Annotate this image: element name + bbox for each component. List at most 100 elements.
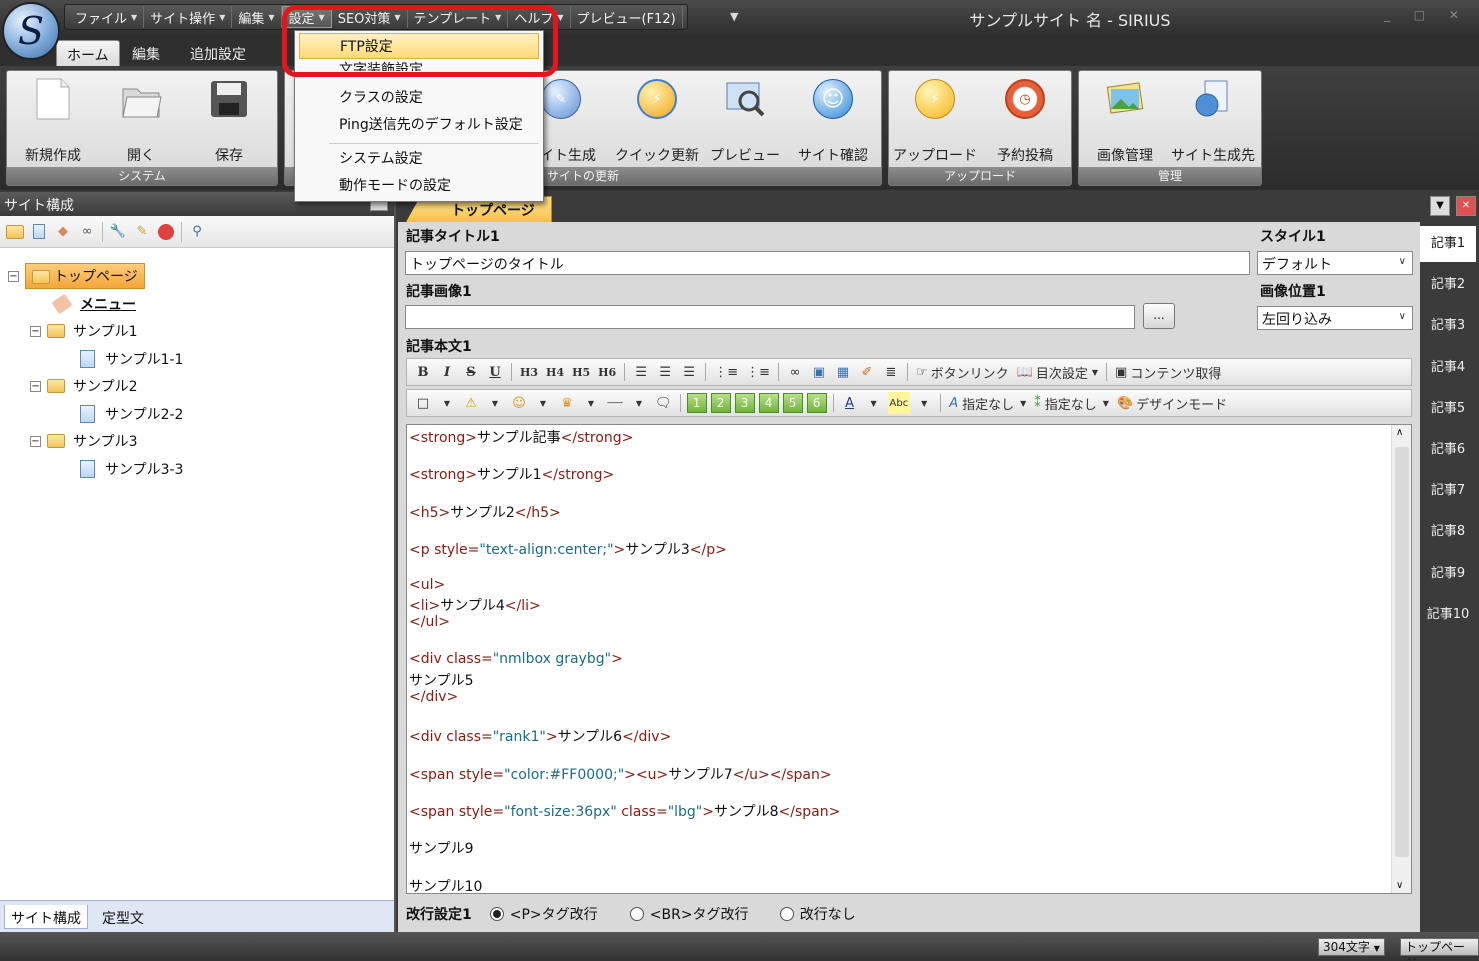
tree-node-menu[interactable]: メニュー [51,292,136,316]
edit-icon[interactable]: ✎ [133,223,151,241]
number-6-button[interactable]: 6 [806,393,827,413]
quick-update-button[interactable]: ⚡ クイック更新 [615,77,699,165]
number-2-button[interactable]: 2 [710,393,731,413]
strike-button[interactable]: S [461,361,481,383]
insert-box-icon[interactable]: ▣ [809,361,829,383]
chevron-down-icon[interactable]: ▼ [1374,944,1380,953]
article-image-input[interactable] [405,305,1135,329]
align-right-icon[interactable]: ☰ [679,361,699,383]
menu-item-ping-default-settings[interactable]: Ping送信先のデフォルト設定 [299,112,539,138]
article-title-input[interactable]: トップページのタイトル [405,251,1250,275]
emoticon-icon[interactable]: ☺ [509,392,529,414]
chevron-down-icon[interactable]: ▼ [581,392,601,414]
linebreak-option-p[interactable]: <P>タグ改行 [489,904,630,924]
add-folder-icon[interactable] [6,223,24,241]
italic-button[interactable]: I [437,361,457,383]
crown-icon[interactable]: ♛ [557,392,577,414]
article-tab[interactable]: 記事8 [1420,514,1476,550]
underline-button[interactable]: U [485,361,505,383]
scroll-down-icon[interactable]: ∨ [1396,880,1403,891]
quick-menu-item[interactable]: プレビュー(F12) [571,6,683,28]
quick-menu-item[interactable]: ファイル ▼ [69,6,145,28]
chevron-down-icon[interactable]: ▼ [914,392,934,414]
tree-node-folder[interactable]: − サンプル1 [30,319,138,343]
link-icon[interactable]: ∞ [785,361,805,383]
article-tab[interactable]: 記事3 [1420,308,1476,344]
article-tab[interactable]: 記事9 [1420,556,1476,592]
horizontal-rule-icon[interactable]: ┈┈ [605,392,625,414]
wrench-icon[interactable]: 🔧 [109,223,127,241]
button-link-button[interactable]: ☞ ボタンリンク [914,361,1011,383]
tree-node-page[interactable]: サンプル3-3 [80,457,183,481]
insert-image-icon[interactable]: ✐ [857,361,877,383]
bullet-list-icon[interactable]: ⋮≡ [712,361,740,383]
tab-site-structure[interactable]: サイト構成 [4,905,88,929]
h6-button[interactable]: H6 [596,361,618,383]
menu-item-class-settings[interactable]: クラスの設定 [299,85,539,111]
tree-node-root[interactable]: − トップページ [8,263,145,289]
chevron-down-icon[interactable]: ▼ [485,392,505,414]
number-1-button[interactable]: 1 [686,393,707,413]
box-style-icon[interactable]: □ [413,392,433,414]
speech-bubble-icon[interactable]: 🗨 [653,392,674,414]
scheduled-post-button[interactable]: ◷ 予約投稿 [983,77,1067,165]
article-body-editor[interactable]: <strong>サンプル記事</strong> <strong>サンプル1</st… [406,424,1412,894]
number-4-button[interactable]: 4 [758,393,779,413]
output-location-button[interactable]: サイト生成先 [1171,77,1255,165]
class-select[interactable]: ⁑ 指定なし ▼ [1032,392,1111,414]
warning-icon[interactable]: ⚠ [461,392,481,414]
image-manage-button[interactable]: 画像管理 [1083,77,1167,165]
add-page-icon[interactable] [30,223,48,241]
insert-table-icon[interactable]: ▦ [833,361,853,383]
image-position-select[interactable]: 左回り込み ∨ [1257,306,1413,330]
tab-additional-settings[interactable]: 追加設定 [180,40,256,66]
close-icon[interactable]: ✕ [1456,196,1476,216]
linebreak-option-none[interactable]: 改行なし [779,904,856,924]
chevron-down-icon[interactable]: ▼ [437,392,457,414]
paragraph-icon[interactable]: ≣ [881,361,901,383]
collapse-icon[interactable]: − [30,435,41,447]
app-logo[interactable]: S [2,2,60,60]
window-controls[interactable]: _ □ ✕ [1384,8,1469,22]
number-3-button[interactable]: 3 [734,393,755,413]
vertical-scrollbar[interactable]: ∧ ∨ [1391,425,1411,893]
tab-fixed-phrases[interactable]: 定型文 [96,905,150,929]
radio-button-selected[interactable] [489,907,504,921]
menu-item-operation-mode-settings[interactable]: 動作モードの設定 [299,173,539,199]
highlight-button[interactable]: Abc [887,392,911,414]
scroll-up-icon[interactable]: ∧ [1396,427,1403,438]
browse-button[interactable]: ... [1143,303,1175,329]
collapse-icon[interactable]: − [8,270,19,282]
font-color-button[interactable]: A [840,392,860,414]
number-5-button[interactable]: 5 [782,393,803,413]
article-tab[interactable]: 記事5 [1420,391,1476,427]
add-link-icon[interactable]: ∞ [78,223,96,241]
h3-button[interactable]: H3 [518,361,540,383]
h5-button[interactable]: H5 [570,361,592,383]
tree-node-folder[interactable]: − サンプル3 [30,429,138,453]
tree-node-page[interactable]: サンプル2-2 [80,402,183,426]
style-select[interactable]: デフォルト ∨ [1257,251,1413,275]
article-tab[interactable]: 記事2 [1420,267,1476,303]
bold-button[interactable]: B [413,361,433,383]
article-tab[interactable]: 記事6 [1420,432,1476,468]
chevron-down-icon[interactable]: ▼ [629,392,649,414]
chevron-down-icon[interactable]: ▼ [533,392,553,414]
delete-icon[interactable] [157,223,175,241]
font-select[interactable]: A 指定なし ▼ [947,392,1028,414]
open-button[interactable]: 開く [99,77,183,165]
toc-settings-button[interactable]: 📖 目次設定 ▼ [1015,361,1100,383]
tree-node-folder[interactable]: − サンプル2 [30,374,138,398]
align-left-icon[interactable]: ☰ [631,361,651,383]
h4-button[interactable]: H4 [544,361,566,383]
article-tab[interactable]: 記事4 [1420,350,1476,386]
menu-item-system-settings[interactable]: システム設定 [299,146,539,172]
quick-menu-item[interactable]: 編集 ▼ [232,6,282,28]
toolbar-overflow-icon[interactable]: ▼ [730,10,738,23]
article-tab[interactable]: 記事1 [1420,226,1476,262]
tab-edit[interactable]: 編集 [122,40,170,66]
search-icon[interactable]: ⚲ [188,223,206,241]
align-center-icon[interactable]: ☰ [655,361,675,383]
dropdown-icon[interactable]: ▼ [1430,196,1450,216]
collapse-icon[interactable]: − [30,325,41,337]
